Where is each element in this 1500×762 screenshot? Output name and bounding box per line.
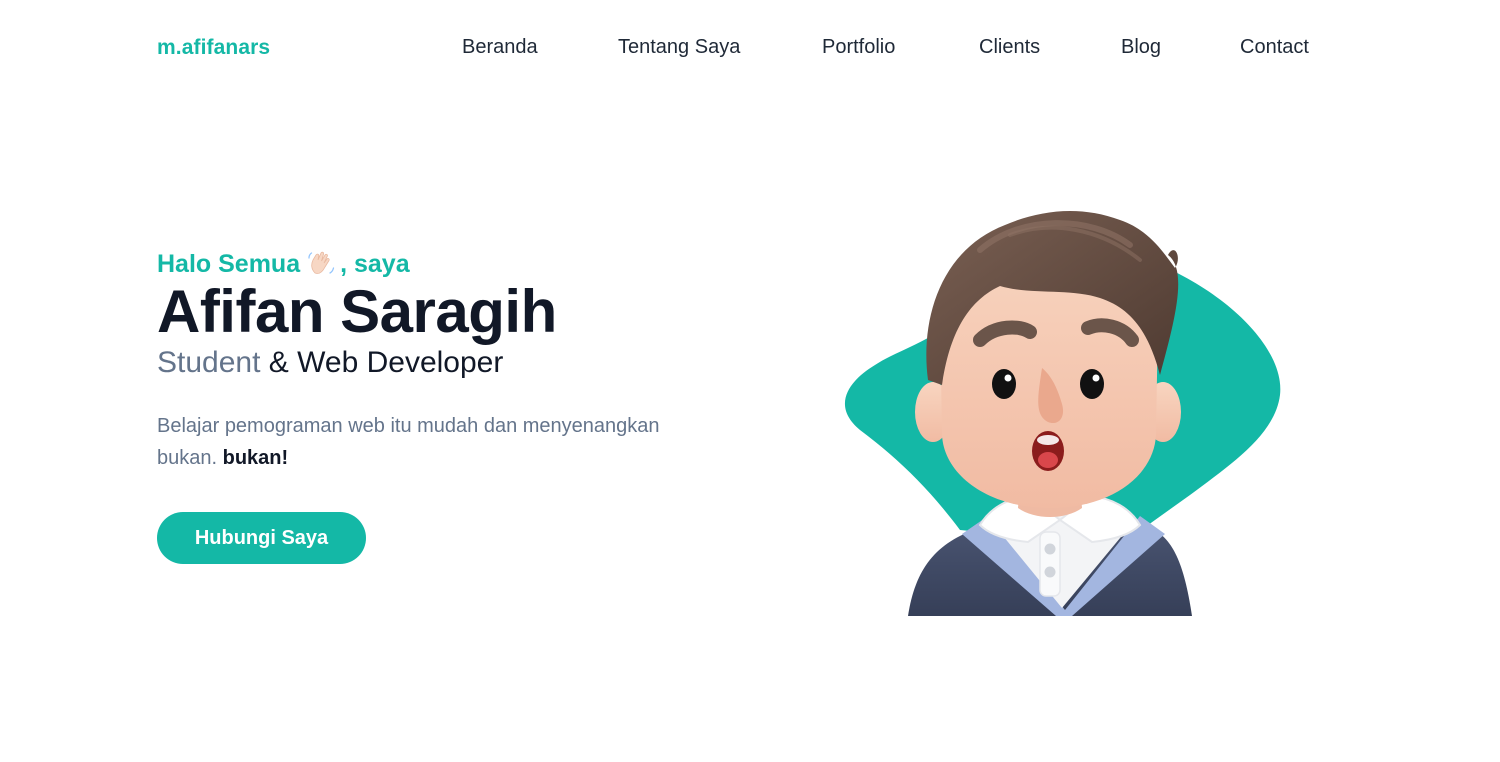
navbar: m.afifanars Beranda Tentang Saya Portfol… — [0, 0, 1500, 96]
greeting-suffix: , saya — [340, 250, 410, 278]
greeting-text: Halo Semua — [157, 250, 301, 278]
waving-hand-icon — [306, 249, 336, 279]
role-web-developer: & Web Developer — [268, 346, 504, 379]
nav-item-contact[interactable]: Contact — [1240, 36, 1309, 59]
description-emphasis: bukan! — [222, 447, 289, 469]
nav-item-beranda[interactable]: Beranda — [462, 36, 538, 59]
role-student: Student — [157, 346, 261, 379]
hero-name: Afifan Saragih — [157, 278, 557, 345]
contact-me-button[interactable]: Hubungi Saya — [157, 512, 366, 564]
hero-greeting: Halo Semua , saya — [157, 248, 757, 280]
nav-item-blog[interactable]: Blog — [1121, 36, 1161, 59]
page: m.afifanars Beranda Tentang Saya Portfol… — [0, 0, 1500, 762]
hero-section: Halo Semua , saya Afifan Saragih Student… — [157, 248, 757, 564]
nav-menu: Beranda Tentang Saya Portfolio Clients B… — [0, 36, 1500, 62]
nav-item-tentang-saya[interactable]: Tentang Saya — [618, 36, 740, 59]
avatar-boy-icon — [844, 210, 1281, 616]
avatar-illustration — [830, 190, 1290, 620]
nav-item-portfolio[interactable]: Portfolio — [822, 36, 895, 59]
hero-description: Belajar pemograman web itu mudah dan men… — [157, 410, 697, 474]
nav-item-clients[interactable]: Clients — [979, 36, 1040, 59]
hero-role: Student & Web Developer — [157, 344, 757, 382]
